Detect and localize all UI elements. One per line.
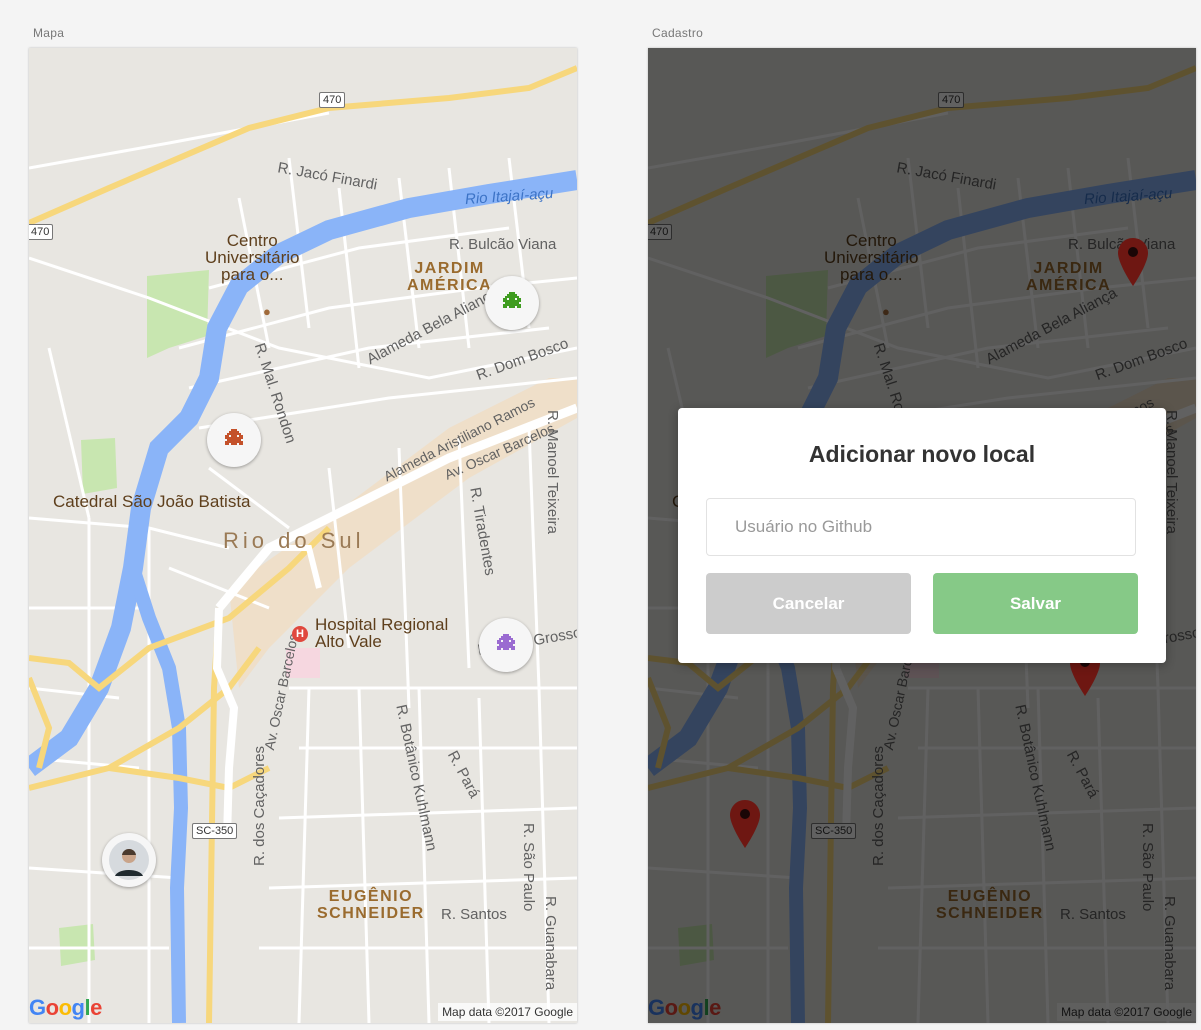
map-artboard[interactable]: R. Jacó Finardi Rio Itajaí-açu R. Bulcão… <box>29 48 577 1023</box>
cancel-button[interactable]: Cancelar <box>706 573 911 634</box>
street-label: R. Manoel Teixeira <box>544 410 561 534</box>
route-shield: 470 <box>29 224 54 240</box>
neighborhood-label: JARDIM AMÉRICA <box>407 260 493 294</box>
location-pin[interactable] <box>1118 238 1148 286</box>
street-label: R. Guanabara <box>542 896 559 991</box>
avatar-marker-green[interactable] <box>485 276 539 330</box>
location-pin[interactable] <box>730 800 760 848</box>
cadastro-artboard[interactable]: R. Jacó Finardi Rio Itajaí-açu R. Bulcão… <box>648 48 1196 1023</box>
street-label: R. Bulcão Viana <box>449 236 557 253</box>
neighborhood-label: EUGÊNIO SCHNEIDER <box>317 888 425 922</box>
poi-label: Hospital Regional Alto Vale <box>315 615 449 651</box>
poi-label: Catedral São João Batista <box>53 492 251 511</box>
github-user-input[interactable] <box>706 498 1136 556</box>
street-label: R. dos Caçadores <box>251 745 268 866</box>
hospital-icon: H <box>292 626 308 642</box>
avatar-marker-photo[interactable] <box>102 833 156 887</box>
avatar-marker-orange[interactable] <box>207 413 261 467</box>
frame-label-mapa: Mapa <box>33 26 65 40</box>
route-shield: SC-350 <box>192 823 238 839</box>
school-icon: ● <box>263 304 271 319</box>
modal-title: Adicionar novo local <box>808 441 1036 467</box>
street-label: R. Santos <box>441 906 507 923</box>
add-location-modal: Adicionar novo local Cancelar Salvar <box>678 408 1166 663</box>
save-button[interactable]: Salvar <box>933 573 1138 634</box>
park-area <box>81 438 117 494</box>
google-logo: Google <box>29 995 102 1020</box>
city-label: Rio do Sul <box>223 528 365 553</box>
frame-label-cadastro: Cadastro <box>652 26 704 40</box>
route-shield: 470 <box>319 92 346 108</box>
avatar-marker-purple[interactable] <box>479 618 533 672</box>
street-label: R. São Paulo <box>520 823 537 912</box>
map-attribution[interactable]: Map data ©2017 Google <box>438 1003 577 1021</box>
poi-label: Centro Universitário para o... <box>205 231 300 284</box>
